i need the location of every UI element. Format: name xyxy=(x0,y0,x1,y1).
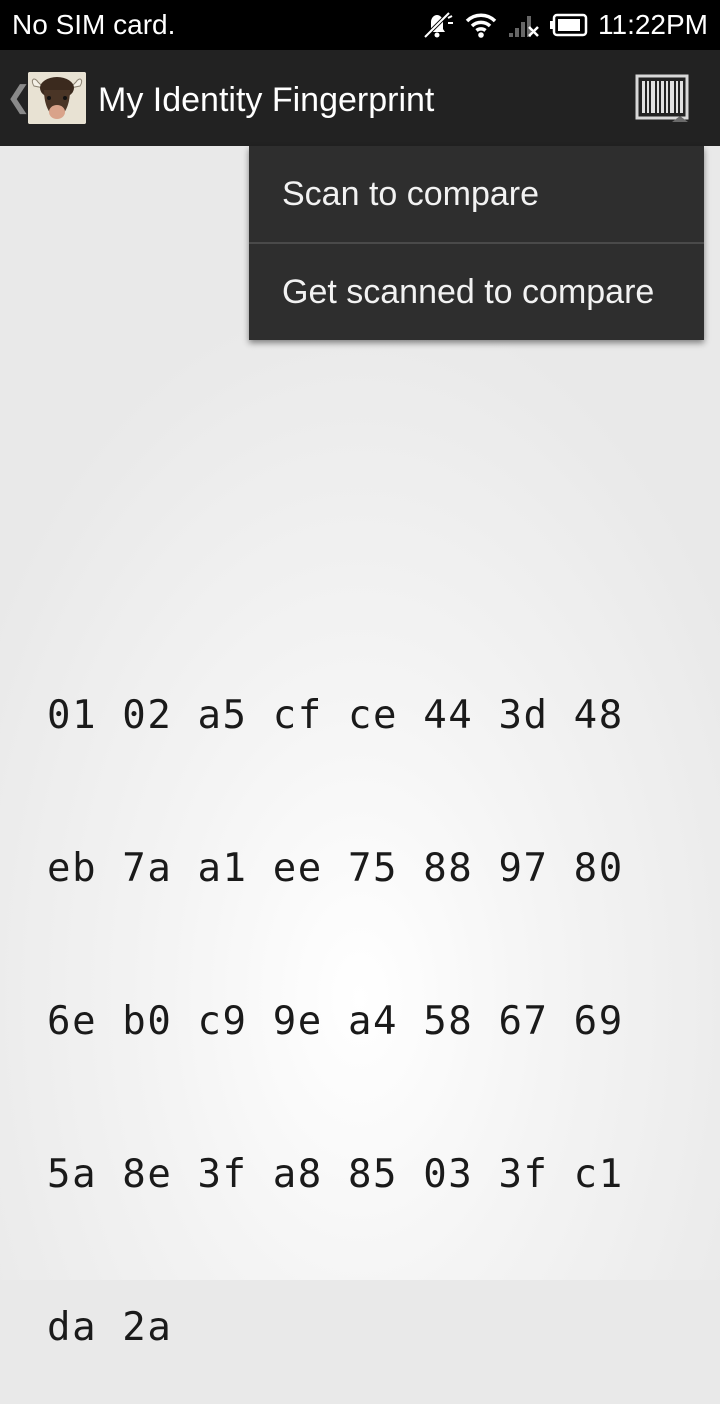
fingerprint-hex: 01 02 a5 cf ce 44 3d 48 eb 7a a1 ee 75 8… xyxy=(47,588,687,1404)
app-title: My Identity Fingerprint xyxy=(98,81,435,119)
fingerprint-line: 01 02 a5 cf ce 44 3d 48 xyxy=(47,693,624,738)
fingerprint-line: 5a 8e 3f a8 85 03 3f c1 xyxy=(47,1152,624,1197)
no-signal-icon xyxy=(509,16,539,37)
bison-icon[interactable] xyxy=(28,72,86,124)
status-bar: No SIM card. 11:22PM xyxy=(0,0,720,50)
menu-item-get-scanned-to-compare[interactable]: Get scanned to compare xyxy=(249,244,704,340)
fingerprint-line: 6e b0 c9 9e a4 58 67 69 xyxy=(47,999,624,1044)
overflow-menu: Scan to compare Get scanned to compare xyxy=(249,146,704,340)
action-bar: ❮ My Identity Fingerprint xyxy=(0,50,720,146)
menu-item-scan-to-compare[interactable]: Scan to compare xyxy=(249,146,704,242)
wifi-icon xyxy=(465,13,497,38)
carrier-label: No SIM card. xyxy=(12,9,176,40)
clock: 11:22PM xyxy=(598,9,708,40)
muted-alarm-icon xyxy=(423,11,453,39)
fingerprint-line: eb 7a a1 ee 75 88 97 80 xyxy=(47,846,624,891)
status-icons: 11:22PM xyxy=(420,7,708,43)
fingerprint-line: da 2a xyxy=(47,1305,173,1350)
barcode-icon[interactable] xyxy=(632,72,692,126)
battery-icon xyxy=(550,13,588,37)
